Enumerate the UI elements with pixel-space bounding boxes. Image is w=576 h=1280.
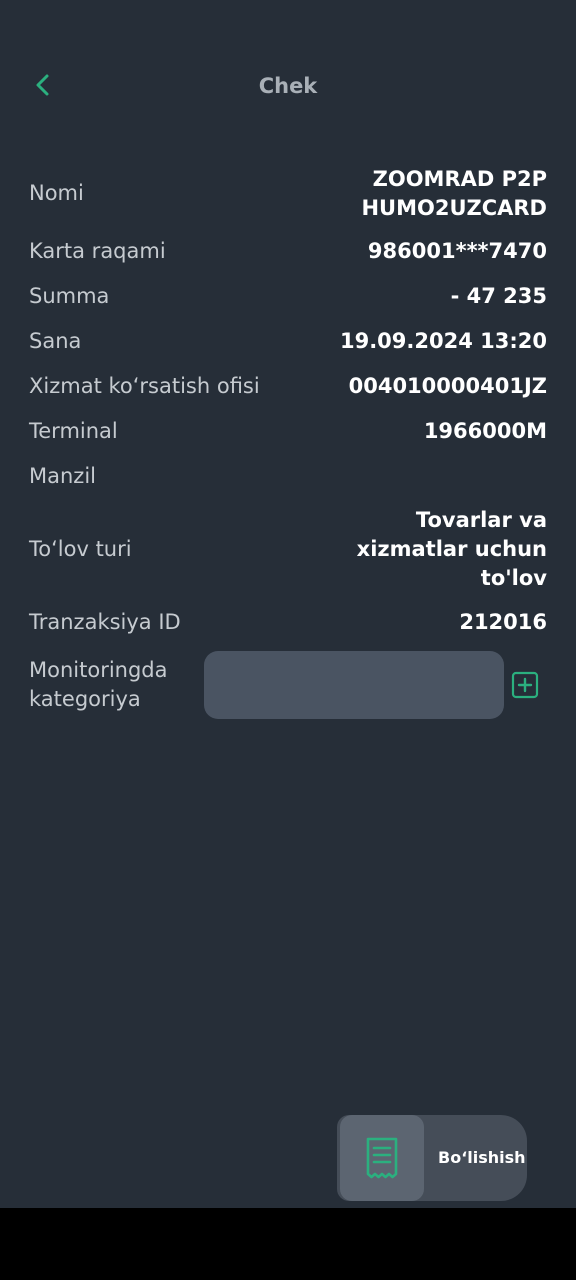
receipt-icon — [366, 1137, 398, 1179]
category-select[interactable] — [204, 651, 504, 719]
detail-row-transaction: Tranzaksiya ID 212016 — [29, 608, 547, 638]
payment-type-value: Tovarlar va xizmatlar uchun to'lov — [356, 508, 547, 590]
terminal-value: 1966000M — [423, 419, 547, 443]
detail-row-office: Xizmat koʻrsatish ofisi 004010000401JZ — [29, 372, 547, 402]
date-value: 19.09.2024 13:20 — [339, 329, 547, 353]
name-value: ZOOMRAD P2P HUMO2UZCARD — [361, 167, 547, 220]
detail-row-name: Nomi ZOOMRAD P2P HUMO2UZCARD — [29, 165, 547, 223]
amount-value: - 47 235 — [450, 284, 547, 308]
office-value: 004010000401JZ — [348, 374, 547, 398]
share-icon-container — [340, 1115, 424, 1201]
transaction-label: Tranzaksiya ID — [29, 610, 181, 634]
detail-row-address: Manzil — [29, 462, 547, 492]
detail-row-payment-type: Toʻlov turi Tovarlar va xizmatlar uchun … — [29, 506, 547, 594]
share-button[interactable]: Boʻlishish — [337, 1115, 527, 1201]
page-title: Chek — [258, 74, 318, 98]
terminal-label: Terminal — [29, 419, 118, 443]
system-navigation-bar — [0, 1208, 576, 1280]
card-value: 986001***7470 — [367, 239, 547, 263]
address-label: Manzil — [29, 464, 96, 488]
card-label: Karta raqami — [29, 239, 166, 263]
plus-square-icon — [511, 671, 539, 699]
add-category-button[interactable] — [511, 671, 539, 699]
detail-row-card: Karta raqami 986001***7470 — [29, 237, 547, 267]
receipt-screen: Chek Nomi ZOOMRAD P2P HUMO2UZCARD Karta … — [0, 0, 576, 1208]
detail-row-terminal: Terminal 1966000M — [29, 417, 547, 447]
date-label: Sana — [29, 329, 82, 353]
share-button-label: Boʻlishish — [438, 1148, 526, 1167]
detail-row-amount: Summa - 47 235 — [29, 282, 547, 312]
category-label: Monitoringda kategoriya — [29, 658, 168, 711]
payment-type-label: Toʻlov turi — [29, 537, 132, 561]
office-label: Xizmat koʻrsatish ofisi — [29, 374, 260, 398]
detail-row-date: Sana 19.09.2024 13:20 — [29, 327, 547, 357]
amount-label: Summa — [29, 284, 110, 308]
transaction-value: 212016 — [459, 610, 547, 634]
name-label: Nomi — [29, 181, 84, 205]
